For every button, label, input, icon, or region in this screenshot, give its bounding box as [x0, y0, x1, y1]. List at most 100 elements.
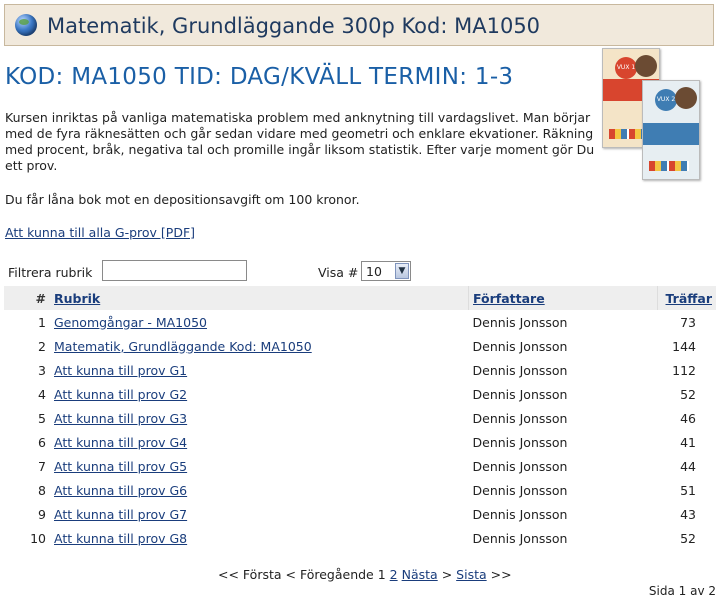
- row-rubrik-cell: Att kunna till prov G2: [50, 382, 469, 406]
- page-title: Matematik, Grundläggande 300p Kod: MA105…: [47, 14, 541, 38]
- book-photo: [635, 55, 657, 77]
- table-row: 2 Matematik, Grundläggande Kod: MA1050 Den…: [4, 334, 716, 358]
- row-rubrik-link[interactable]: Att kunna till prov G5: [54, 459, 187, 474]
- display-count-label: Visa #: [318, 265, 359, 280]
- row-rubrik-cell: Att kunna till prov G8: [50, 526, 469, 550]
- row-hits: 44: [680, 458, 696, 474]
- row-rubrik-link[interactable]: Att kunna till prov G2: [54, 387, 187, 402]
- chevron-down-icon[interactable]: ▼: [395, 263, 409, 279]
- table-row: 4 Att kunna till prov G2 Dennis Jonsson 52: [4, 382, 716, 406]
- table-row: 5 Att kunna till prov G3 Dennis Jonsson 46: [4, 406, 716, 430]
- row-hits: 41: [680, 434, 696, 450]
- loan-info: Du får låna bok mot en depositionsavgift…: [5, 192, 360, 207]
- row-hits: 52: [680, 530, 696, 546]
- table-row: 9 Att kunna till prov G7 Dennis Jonsson 43: [4, 502, 716, 526]
- title-bar: Matematik, Grundläggande 300p Kod: MA105…: [4, 4, 714, 46]
- book-covers: VUX 1 VUX 2: [602, 48, 714, 180]
- row-rubrik-cell: Att kunna till prov G6: [50, 478, 469, 502]
- sort-hits-link[interactable]: Träffar: [666, 291, 712, 306]
- filter-input[interactable]: [102, 260, 247, 281]
- table-row: 6 Att kunna till prov G4 Dennis Jonsson 41: [4, 430, 716, 454]
- sort-rubrik-link[interactable]: Rubrik: [54, 291, 100, 306]
- book-badge: VUX 1: [615, 57, 637, 79]
- column-header-number: #: [4, 286, 50, 310]
- row-author: Dennis Jonsson: [472, 410, 568, 426]
- row-rubrik-link[interactable]: Att kunna till prov G7: [54, 507, 187, 522]
- row-author: Dennis Jonsson: [472, 458, 568, 474]
- course-description: Kursen inriktas på vanliga matematiska p…: [5, 110, 595, 173]
- row-number: 2: [38, 338, 46, 354]
- row-author: Dennis Jonsson: [472, 482, 568, 498]
- table-row: 8 Att kunna till prov G6 Dennis Jonsson 51: [4, 478, 716, 502]
- column-header-author[interactable]: Författare: [468, 286, 658, 310]
- row-author: Dennis Jonsson: [472, 314, 568, 330]
- row-hits: 51: [680, 482, 696, 498]
- row-number: 6: [38, 434, 46, 450]
- all-g-tests-pdf-link[interactable]: Att kunna till alla G-prov [PDF]: [5, 225, 195, 240]
- row-author: Dennis Jonsson: [472, 530, 568, 546]
- row-hits: 112: [672, 362, 696, 378]
- row-author: Dennis Jonsson: [472, 362, 568, 378]
- display-count-value: 10: [366, 264, 382, 279]
- row-author: Dennis Jonsson: [472, 386, 568, 402]
- row-number: 5: [38, 410, 46, 426]
- table-row: 3 Att kunna till prov G1 Dennis Jonsson 112: [4, 358, 716, 382]
- row-author: Dennis Jonsson: [472, 338, 568, 354]
- row-author: Dennis Jonsson: [472, 434, 568, 450]
- row-hits: 46: [680, 410, 696, 426]
- column-header-rubrik[interactable]: Rubrik: [50, 286, 469, 310]
- book-band: [643, 123, 699, 145]
- pager-first: << Första: [218, 567, 282, 582]
- row-hits: 43: [680, 506, 696, 522]
- row-rubrik-cell: Att kunna till prov G1: [50, 358, 469, 382]
- row-rubrik-link[interactable]: Genomgångar - MA1050: [54, 315, 207, 330]
- table-row: 7 Att kunna till prov G5 Dennis Jonsson 44: [4, 454, 716, 478]
- row-rubrik-cell: Att kunna till prov G3: [50, 406, 469, 430]
- row-rubrik-cell: Genomgångar - MA1050: [50, 310, 469, 334]
- page-info: Sida 1 av 2: [648, 584, 716, 598]
- row-hits: 52: [680, 386, 696, 402]
- pager-prev: < Föregående: [285, 567, 374, 582]
- row-rubrik-link[interactable]: Att kunna till prov G8: [54, 531, 187, 546]
- table-row: 1 Genomgångar - MA1050 Dennis Jonsson 73: [4, 310, 716, 334]
- book-photo: [675, 87, 697, 109]
- book-badge: VUX 2: [655, 89, 677, 111]
- row-rubrik-link[interactable]: Att kunna till prov G6: [54, 483, 187, 498]
- row-number: 10: [30, 530, 46, 546]
- row-number: 3: [38, 362, 46, 378]
- globe-icon: [15, 14, 37, 36]
- row-number: 8: [38, 482, 46, 498]
- row-author: Dennis Jonsson: [472, 506, 568, 522]
- row-rubrik-cell: Att kunna till prov G4: [50, 430, 469, 454]
- book-cover-vux-2: VUX 2: [642, 80, 700, 180]
- pager-last-arrow: >>: [490, 567, 512, 582]
- pager-current-page: 1: [377, 567, 386, 582]
- filter-label: Filtrera rubrik: [8, 265, 93, 280]
- row-rubrik-cell: Att kunna till prov G5: [50, 454, 469, 478]
- course-heading: KOD: MA1050 TID: DAG/KVÄLL TERMIN: 1-3: [5, 64, 514, 90]
- row-number: 4: [38, 386, 46, 402]
- column-header-hits[interactable]: Träffar: [657, 286, 716, 310]
- sort-author-link[interactable]: Författare: [473, 291, 545, 306]
- articles-table: # Rubrik Författare Träffar 1 Genomgångar…: [4, 286, 716, 550]
- table-header-row: # Rubrik Författare Träffar: [4, 286, 716, 310]
- row-number: 9: [38, 506, 46, 522]
- display-count-select[interactable]: 10 ▼: [361, 261, 411, 281]
- row-number: 7: [38, 458, 46, 474]
- row-rubrik-link[interactable]: Matematik, Grundläggande Kod: MA1050: [54, 339, 312, 354]
- row-rubrik-cell: Matematik, Grundläggande Kod: MA1050: [50, 334, 469, 358]
- row-rubrik-link[interactable]: Att kunna till prov G3: [54, 411, 187, 426]
- row-hits: 144: [672, 338, 696, 354]
- row-rubrik-cell: Att kunna till prov G7: [50, 502, 469, 526]
- pager-last-link[interactable]: Sista: [456, 567, 486, 582]
- pager-next-link[interactable]: Nästa: [402, 567, 438, 582]
- table-row: 10 Att kunna till prov G8 Dennis Jonsson 52: [4, 526, 716, 550]
- row-number: 1: [38, 314, 46, 330]
- row-hits: 73: [680, 314, 696, 330]
- pager-page-2-link[interactable]: 2: [390, 567, 398, 582]
- book-pattern: [649, 161, 689, 171]
- pagination: << Första < Föregående 1 2 Nästa > Sista…: [218, 567, 512, 582]
- row-rubrik-link[interactable]: Att kunna till prov G1: [54, 363, 187, 378]
- row-rubrik-link[interactable]: Att kunna till prov G4: [54, 435, 187, 450]
- pager-next-arrow: >: [441, 567, 453, 582]
